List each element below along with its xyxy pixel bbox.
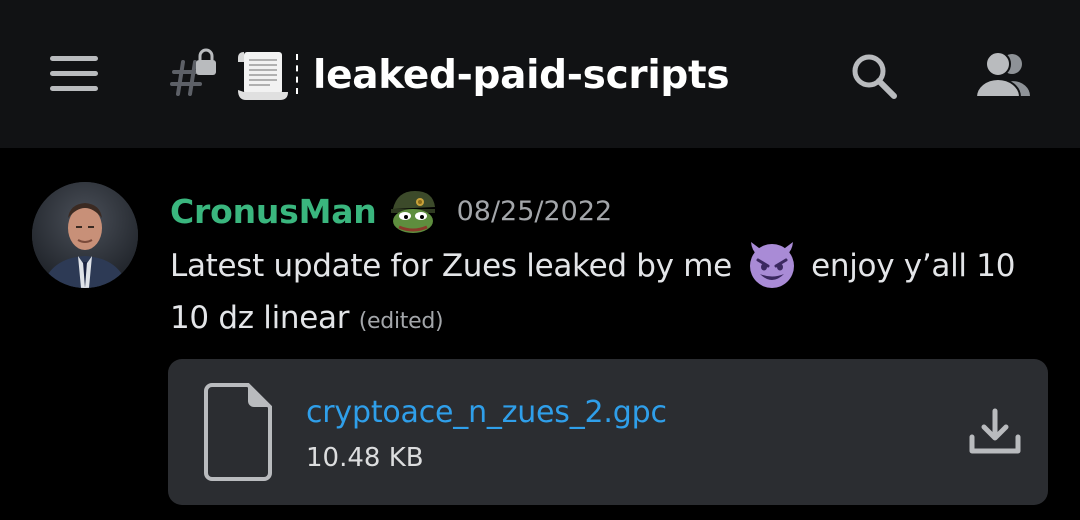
message-text-part1: Latest update for Zues leaked by me [170, 248, 732, 284]
author-name[interactable]: CronusMan [170, 192, 377, 231]
channel-name[interactable]: leaked-paid-scripts [296, 46, 730, 106]
locked-text-channel-icon [170, 48, 216, 96]
attachment-file-size: 10.48 KB [306, 443, 424, 473]
edited-tag: (edited) [358, 309, 444, 334]
members-icon[interactable] [972, 50, 1032, 98]
avatar-image [32, 182, 138, 288]
message-timestamp: 08/25/2022 [456, 195, 613, 227]
channel-divider [296, 54, 301, 94]
channel-header: leaked-paid-scripts [0, 0, 1080, 148]
message-content: Latest update for Zues leaked by me enjo… [170, 238, 1040, 348]
pepe-soldier-emoji-icon [390, 191, 435, 233]
scroll-emoji-icon [238, 52, 288, 100]
file-attachment[interactable]: cryptoace_n_zues_2.gpc 10.48 KB [168, 359, 1048, 505]
hamburger-menu-icon[interactable] [50, 56, 98, 92]
attachment-file-name[interactable]: cryptoace_n_zues_2.gpc [306, 395, 667, 430]
message-header: CronusMan 08/25/2022 [170, 186, 612, 236]
smiling-devil-emoji-icon [749, 242, 794, 288]
search-icon[interactable] [848, 50, 900, 102]
download-icon[interactable] [968, 407, 1022, 457]
avatar[interactable] [32, 182, 138, 288]
file-icon [204, 383, 272, 481]
channel-name-label: leaked-paid-scripts [313, 53, 730, 98]
